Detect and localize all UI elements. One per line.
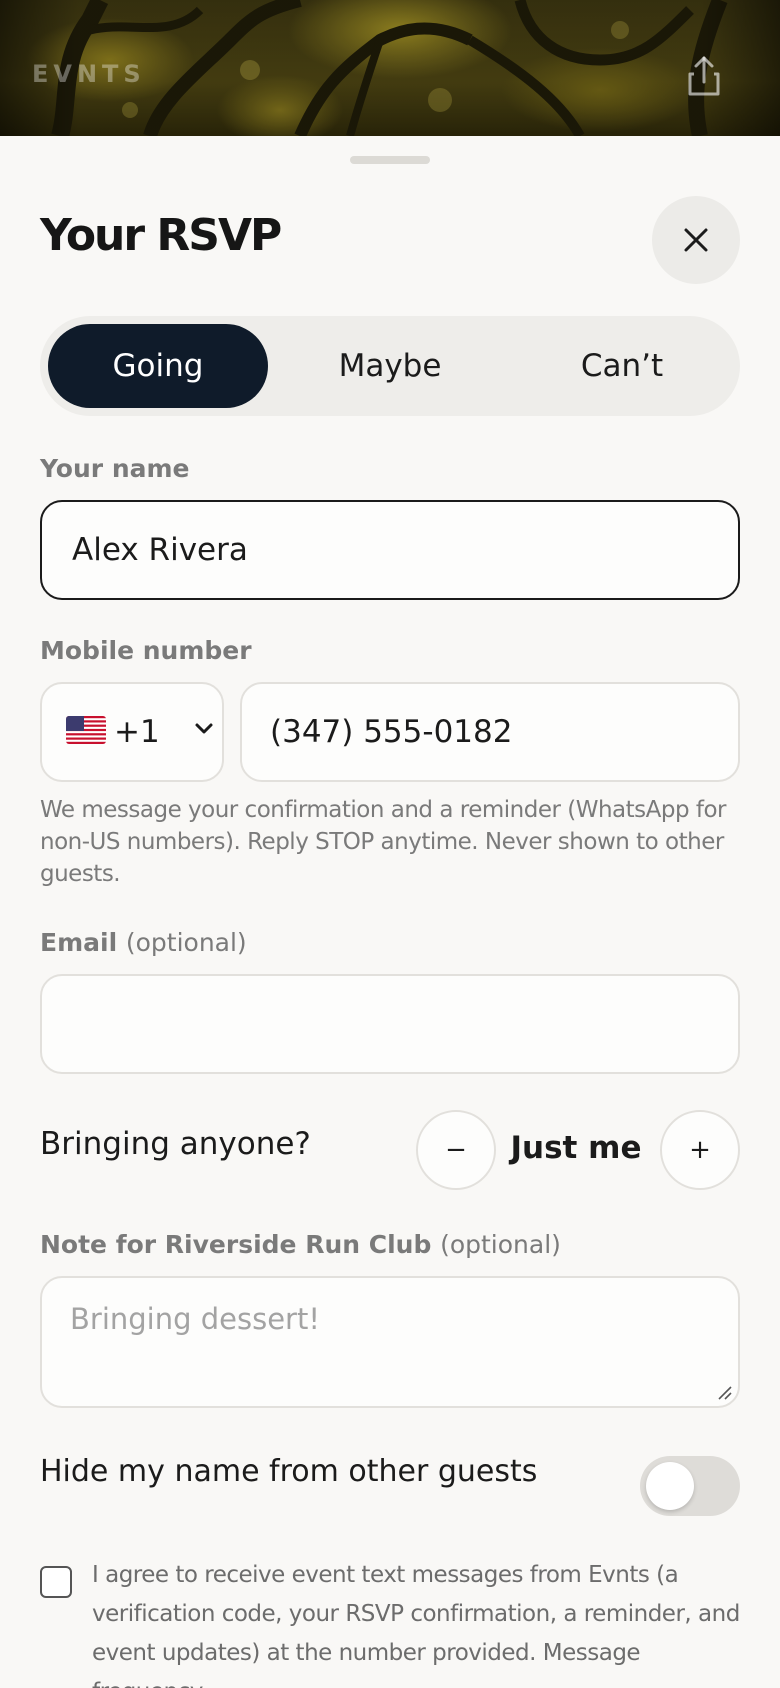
sheet-title: Your RSVP <box>40 210 282 261</box>
chevron-down-icon <box>195 723 213 734</box>
toggle-knob <box>646 1462 694 1510</box>
hide-name-label: Hide my name from other guests <box>40 1454 538 1489</box>
sheet-grabber[interactable] <box>350 156 430 164</box>
close-button[interactable] <box>652 196 740 284</box>
note-label-text: Note for Riverside Run Club <box>40 1230 432 1259</box>
response-maybe-option[interactable]: Maybe <box>280 324 500 408</box>
mobile-label: Mobile number <box>40 636 252 665</box>
name-field[interactable]: Alex Rivera <box>40 500 740 600</box>
note-optional-tag: (optional) <box>440 1230 561 1259</box>
share-icon[interactable] <box>684 52 724 100</box>
us-flag-icon <box>66 716 106 744</box>
bringing-anyone-label: Bringing anyone? <box>40 1126 311 1162</box>
country-code-value: +1 <box>114 714 160 750</box>
resize-grip-icon[interactable] <box>716 1384 732 1400</box>
note-placeholder: Bringing dessert! <box>70 1302 320 1336</box>
mobile-number-value: (347) 555-0182 <box>270 714 513 750</box>
decrement-guests-button[interactable]: − <box>416 1110 496 1190</box>
increment-guests-button[interactable]: + <box>660 1110 740 1190</box>
note-label: Note for Riverside Run Club (optional) <box>40 1230 561 1259</box>
country-code-select[interactable]: +1 <box>40 682 224 782</box>
sms-consent-checkbox[interactable] <box>40 1566 72 1598</box>
close-icon <box>684 228 708 252</box>
response-going-option[interactable]: Going <box>48 324 268 408</box>
guest-count-label: Just me <box>510 1130 642 1166</box>
event-cover-image: EVNTS <box>0 0 780 136</box>
email-optional-tag: (optional) <box>125 928 247 957</box>
name-label: Your name <box>40 454 190 483</box>
email-label: Email (optional) <box>40 928 247 957</box>
email-field[interactable] <box>40 974 740 1074</box>
email-label-text: Email <box>40 928 118 957</box>
name-value: Alex Rivera <box>72 532 248 568</box>
hide-name-toggle[interactable] <box>640 1456 740 1516</box>
brand-logo: EVNTS <box>32 60 146 88</box>
mobile-help-text: We message your confirmation and a remin… <box>40 797 727 887</box>
sms-consent-text: I agree to receive event text messages f… <box>92 1562 740 1688</box>
rsvp-response-selector: Going Maybe Can’t <box>40 316 740 416</box>
mobile-number-field[interactable]: (347) 555-0182 <box>240 682 740 782</box>
rsvp-sheet: Your RSVP Going Maybe Can’t Your name Al… <box>0 136 780 1688</box>
note-textarea[interactable]: Bringing dessert! <box>40 1276 740 1408</box>
response-cant-option[interactable]: Can’t <box>512 324 732 408</box>
